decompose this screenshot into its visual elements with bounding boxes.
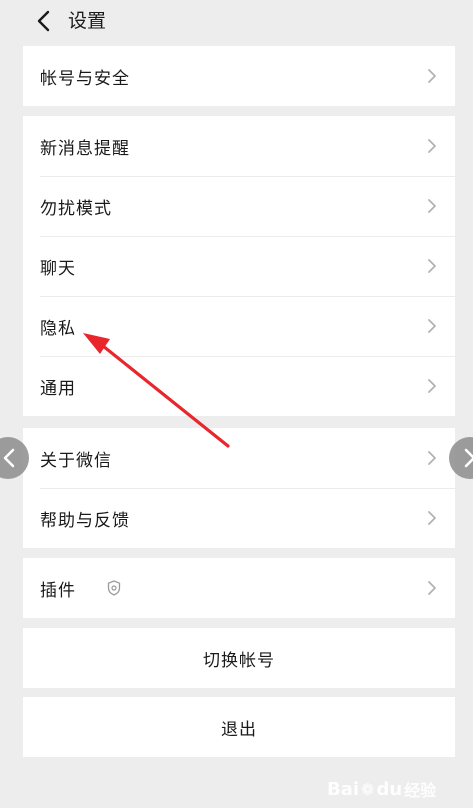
account-group: 帐号与安全: [23, 46, 455, 106]
settings-item-chat[interactable]: 聊天: [23, 236, 455, 296]
chevron-left-icon: [3, 448, 15, 468]
settings-item-new-message-alerts[interactable]: 新消息提醒: [23, 116, 455, 176]
general-settings-group: 新消息提醒 勿扰模式 聊天 隐私 通用: [23, 116, 455, 416]
logout-button[interactable]: 退出: [23, 697, 455, 757]
switch-account-button[interactable]: 切换帐号: [23, 628, 455, 688]
settings-item-label: 帐号与安全: [40, 68, 130, 89]
settings-item-account-security[interactable]: 帐号与安全: [23, 46, 455, 106]
settings-item-plugins[interactable]: 插件: [23, 558, 455, 618]
page-title: 设置: [68, 10, 107, 32]
chevron-right-icon: [428, 319, 436, 333]
back-icon[interactable]: [34, 10, 54, 32]
shield-icon: [107, 580, 121, 596]
about-help-group: 关于微信 帮助与反馈: [23, 428, 455, 548]
chevron-right-icon: [428, 139, 436, 153]
watermark-brand: Bai: [327, 778, 360, 800]
settings-item-privacy[interactable]: 隐私: [23, 296, 455, 356]
settings-item-label: 关于微信: [40, 450, 112, 471]
chevron-right-icon: [428, 69, 436, 83]
watermark-logo: Bai ❁ du 经验: [327, 770, 447, 808]
watermark-sub: 经验: [404, 781, 437, 800]
settings-item-label: 勿扰模式: [40, 198, 112, 219]
settings-item-label: 插件: [40, 580, 76, 601]
settings-item-about-wechat[interactable]: 关于微信: [23, 428, 455, 488]
chevron-right-icon: [428, 259, 436, 273]
settings-item-label: 隐私: [40, 318, 76, 339]
settings-item-label: 通用: [40, 378, 76, 399]
chevron-right-icon: [428, 581, 436, 595]
chevron-right-icon: [428, 199, 436, 213]
paw-icon: ❁: [361, 779, 375, 799]
watermark-brand-end: du: [376, 778, 403, 800]
chevron-right-icon: [464, 448, 473, 468]
settings-item-help-feedback[interactable]: 帮助与反馈: [23, 488, 455, 548]
top-bar: 设置: [0, 0, 473, 46]
next-page-button[interactable]: [449, 437, 473, 479]
chevron-right-icon: [428, 511, 436, 525]
settings-item-label: 聊天: [40, 258, 76, 279]
chevron-right-icon: [428, 451, 436, 465]
settings-item-label: 帮助与反馈: [40, 510, 130, 531]
chevron-right-icon: [428, 379, 436, 393]
settings-item-label: 新消息提醒: [40, 138, 130, 159]
previous-page-button[interactable]: [0, 437, 29, 479]
plugins-group: 插件: [23, 558, 455, 618]
settings-item-general[interactable]: 通用: [23, 356, 455, 416]
settings-item-do-not-disturb[interactable]: 勿扰模式: [23, 176, 455, 236]
